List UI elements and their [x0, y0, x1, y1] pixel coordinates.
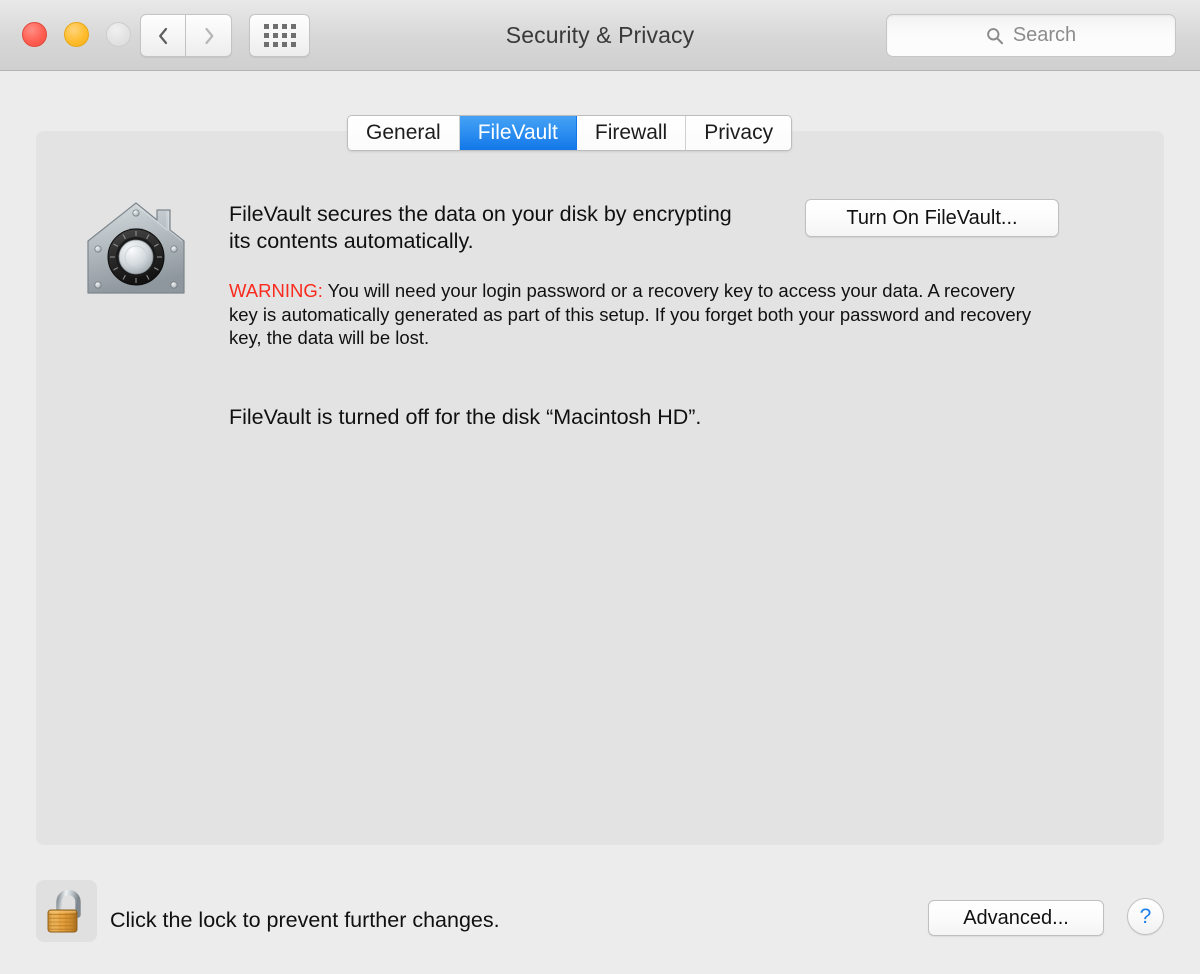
search-icon [986, 27, 1004, 45]
system-preferences-window: Security & Privacy Search General FileVa… [0, 0, 1200, 974]
lock-button[interactable] [36, 880, 97, 942]
filevault-status: FileVault is turned off for the disk “Ma… [229, 405, 701, 430]
tab-firewall[interactable]: Firewall [577, 116, 686, 150]
filevault-panel: FileVault secures the data on your disk … [36, 131, 1164, 845]
advanced-button[interactable]: Advanced... [928, 900, 1104, 936]
help-button[interactable]: ? [1127, 898, 1164, 935]
title-bar: Security & Privacy Search [0, 0, 1200, 71]
tab-bar: General FileVault Firewall Privacy [347, 115, 792, 151]
search-placeholder: Search [1013, 24, 1076, 47]
tab-filevault[interactable]: FileVault [460, 116, 577, 150]
tab-privacy[interactable]: Privacy [686, 116, 791, 150]
lock-message: Click the lock to prevent further change… [110, 908, 500, 933]
warning-text: You will need your login password or a r… [229, 280, 1031, 348]
warning-label: WARNING: [229, 280, 323, 301]
unlocked-padlock-icon [45, 887, 89, 935]
tab-general[interactable]: General [348, 116, 460, 150]
search-field[interactable]: Search [886, 14, 1176, 57]
turn-on-filevault-button[interactable]: Turn On FileVault... [805, 199, 1059, 237]
filevault-description: FileVault secures the data on your disk … [229, 201, 759, 255]
filevault-safe-icon [84, 199, 188, 297]
filevault-warning: WARNING: You will need your login passwo… [229, 279, 1044, 350]
